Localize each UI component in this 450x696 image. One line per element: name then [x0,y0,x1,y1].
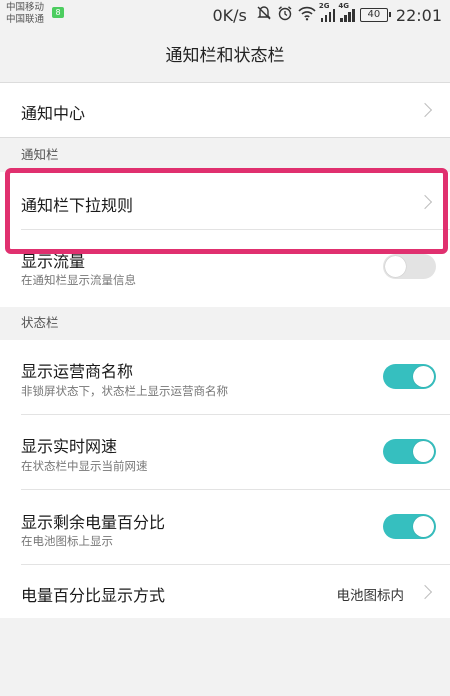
chevron-right-icon [417,194,433,210]
show-speed-desc: 在状态栏中显示当前网速 [21,459,148,473]
toggle-knob [385,256,406,277]
net-speed: 0K/s [212,5,247,25]
show-battery-percent-desc: 在电池图标上显示 [21,534,113,548]
status-icons: 0K/s 2G 4G 40 22:01 [212,2,442,26]
show-speed-label: 显示实时网速 [21,437,118,456]
toggle-knob [413,441,434,462]
signal-2g-icon: 2G [319,2,336,22]
show-battery-percent-label: 显示剩余电量百分比 [21,513,166,532]
notification-center-label: 通知中心 [21,104,86,123]
carrier-badge-icon: 8 [52,7,64,18]
show-carrier-label: 显示运营商名称 [21,362,134,381]
pull-down-rule-label: 通知栏下拉规则 [21,196,134,215]
mute-icon [256,5,272,25]
signal-2g-label: 2G [318,2,330,10]
empty-area [0,618,450,696]
toggle-knob [413,516,434,537]
battery-icon: 40 [359,8,391,22]
carrier-2: 中国联通 [6,14,45,25]
signal-4g-icon: 4G [338,2,355,22]
pull-down-rule-row[interactable]: 通知栏下拉规则 [0,172,450,232]
page-title: 通知栏和状态栏 [0,30,450,82]
status-bar: 中国移动 中国联通 8 0K/s 2G 4G 40 22:01 [0,0,450,30]
show-traffic-desc: 在通知栏显示流量信息 [21,273,136,287]
show-carrier-toggle[interactable] [383,364,436,389]
section-header-notification-bar: 通知栏 [0,138,450,172]
show-battery-percent-toggle[interactable] [383,514,436,539]
show-speed-toggle[interactable] [383,439,436,464]
section-header-status-bar: 状态栏 [0,307,450,340]
show-carrier-desc: 非锁屏状态下，状态栏上显示运营商名称 [21,384,228,398]
toggle-knob [413,366,434,387]
signal-4g-label: 4G [338,2,350,10]
show-traffic-label: 显示流量 [21,252,86,271]
show-carrier-row[interactable]: 显示运营商名称 非锁屏状态下，状态栏上显示运营商名称 [0,340,450,415]
show-battery-percent-row[interactable]: 显示剩余电量百分比 在电池图标上显示 [0,490,450,565]
show-speed-row[interactable]: 显示实时网速 在状态栏中显示当前网速 [0,415,450,490]
clock: 22:01 [395,5,442,25]
alarm-icon [277,5,293,25]
chevron-right-icon [417,102,433,118]
battery-percent-mode-row[interactable]: 电量百分比显示方式 电池图标内 [0,565,450,618]
battery-percent-mode-label: 电量百分比显示方式 [21,586,166,605]
carrier-1: 中国移动 [6,2,45,13]
wifi-icon [298,5,316,25]
notification-center-row[interactable]: 通知中心 [0,83,450,137]
show-traffic-toggle[interactable] [383,254,436,279]
show-traffic-row[interactable]: 显示流量 在通知栏显示流量信息 [0,230,450,307]
battery-percent-mode-value: 电池图标内 [336,588,405,604]
carrier-names: 中国移动 中国联通 [6,2,44,26]
chevron-right-icon [417,584,433,600]
